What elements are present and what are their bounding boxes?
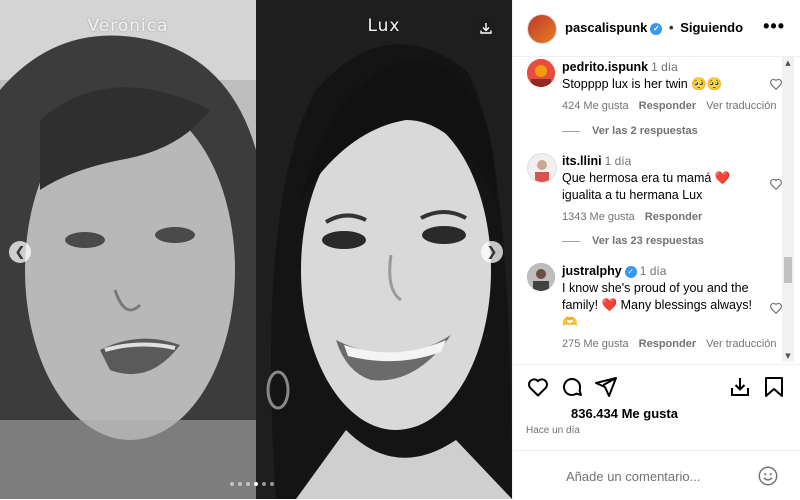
comment-like-heart-icon[interactable] bbox=[769, 301, 783, 315]
commenter-avatar[interactable] bbox=[527, 263, 555, 291]
comment-meta: 275 Me gusta Responder Ver traducción bbox=[562, 336, 776, 353]
post-likes-count[interactable]: 836.434 Me gusta bbox=[571, 406, 678, 421]
carousel-dot bbox=[230, 482, 234, 486]
lux-portrait bbox=[256, 0, 512, 499]
download-icon[interactable] bbox=[728, 375, 752, 399]
view-replies-link[interactable]: Ver las 23 respuestas bbox=[562, 235, 704, 247]
author-line: pascalispunk ✓ • Siguiendo bbox=[565, 20, 743, 35]
avatar-image-icon bbox=[527, 263, 555, 291]
emoji-icon[interactable] bbox=[757, 465, 779, 487]
carousel-dot bbox=[270, 482, 274, 486]
scroll-down-arrow-icon[interactable]: ▼ bbox=[782, 350, 794, 362]
comment-time[interactable]: 1 día bbox=[605, 154, 632, 168]
share-icon[interactable] bbox=[594, 375, 618, 399]
comment-time[interactable]: 1 día bbox=[640, 264, 667, 278]
veronica-portrait bbox=[0, 0, 256, 499]
comment-body: its.llini 1 día Que hermosa era tu mamá ❤… bbox=[562, 153, 752, 226]
comment-body: pedrito.ispunk 1 día Stopppp lux is her t… bbox=[562, 59, 776, 115]
avatar-image-icon bbox=[527, 59, 555, 87]
scroll-thumb[interactable] bbox=[784, 257, 792, 283]
verified-badge-icon: ✓ bbox=[624, 265, 637, 278]
photo-lux: Lux bbox=[256, 0, 512, 499]
comments-list[interactable]: pedrito.ispunk 1 día Stopppp lux is her t… bbox=[513, 57, 783, 362]
post-header: pascalispunk ✓ • Siguiendo ••• bbox=[513, 0, 800, 57]
comment-likes[interactable]: 424 Me gusta bbox=[562, 100, 629, 112]
commenter-avatar[interactable] bbox=[527, 59, 555, 87]
comment-likes[interactable]: 1343 Me gusta bbox=[562, 211, 635, 223]
carousel-prev-button[interactable]: ❮ bbox=[9, 241, 31, 263]
comment-like-heart-icon[interactable] bbox=[769, 177, 783, 191]
carousel-dot bbox=[262, 482, 266, 486]
media-download-button[interactable] bbox=[474, 16, 498, 40]
comment-text: Que hermosa era tu mamá ❤️ igualita a tu… bbox=[562, 171, 731, 202]
photo-caption-left: Verónica bbox=[87, 16, 169, 36]
verified-badge-icon: ✓ bbox=[650, 22, 663, 35]
more-options-button[interactable]: ••• bbox=[763, 16, 785, 37]
reply-link[interactable]: Responder bbox=[645, 211, 702, 223]
comment-likes[interactable]: 275 Me gusta bbox=[562, 338, 629, 350]
comment-icon[interactable] bbox=[560, 375, 584, 399]
post-actions-bar bbox=[512, 364, 800, 409]
following-button[interactable]: Siguiendo bbox=[680, 20, 743, 35]
avatar-image-icon bbox=[528, 154, 556, 182]
comment-username[interactable]: its.llini bbox=[562, 154, 602, 168]
reply-link[interactable]: Responder bbox=[639, 338, 696, 350]
comment-like-heart-icon[interactable] bbox=[769, 77, 783, 91]
comment-input[interactable] bbox=[564, 465, 758, 487]
bookmark-icon[interactable] bbox=[762, 375, 786, 399]
author-username[interactable]: pascalispunk bbox=[565, 20, 647, 35]
photo-veronica: Verónica bbox=[0, 0, 256, 499]
comment-username[interactable]: justralphy bbox=[562, 264, 622, 278]
carousel-dot bbox=[246, 482, 250, 486]
chevron-left-icon: ❮ bbox=[14, 244, 26, 260]
translate-link[interactable]: Ver traducción bbox=[706, 100, 776, 112]
author-avatar[interactable] bbox=[527, 14, 557, 44]
carousel-dots bbox=[230, 482, 274, 486]
header-separator: • bbox=[669, 20, 674, 35]
comment-composer bbox=[512, 450, 800, 500]
reply-link[interactable]: Responder bbox=[639, 100, 696, 112]
carousel-dot bbox=[238, 482, 242, 486]
chevron-right-icon: ❯ bbox=[486, 244, 498, 260]
comment-body: justralphy ✓ 1 día I know she's proud of y… bbox=[562, 263, 776, 353]
comment-text: Stopppp lux is her twin 🥺🥺 bbox=[562, 77, 723, 91]
comments-scrollbar[interactable]: ▲ ▼ bbox=[782, 57, 794, 362]
comment-meta: 424 Me gusta Responder Ver traducción bbox=[562, 98, 776, 115]
view-replies-link[interactable]: Ver las 2 respuestas bbox=[562, 125, 698, 137]
scroll-up-arrow-icon[interactable]: ▲ bbox=[782, 57, 794, 69]
heart-icon[interactable] bbox=[526, 375, 550, 399]
post-media-carousel[interactable]: Verónica Lux ❮ ❯ bbox=[0, 0, 512, 499]
commenter-avatar[interactable] bbox=[527, 153, 557, 183]
comment-time[interactable]: 1 día bbox=[651, 60, 678, 74]
carousel-dot bbox=[254, 482, 258, 486]
comment-meta: 1343 Me gusta Responder bbox=[562, 209, 752, 226]
translate-link[interactable]: Ver traducción bbox=[706, 338, 776, 350]
comment-username[interactable]: pedrito.ispunk bbox=[562, 60, 648, 74]
carousel-next-button[interactable]: ❯ bbox=[481, 241, 503, 263]
post-timestamp[interactable]: Hace un día bbox=[526, 425, 580, 436]
download-icon bbox=[480, 23, 492, 34]
comment-text: I know she's proud of you and the family… bbox=[562, 281, 752, 329]
